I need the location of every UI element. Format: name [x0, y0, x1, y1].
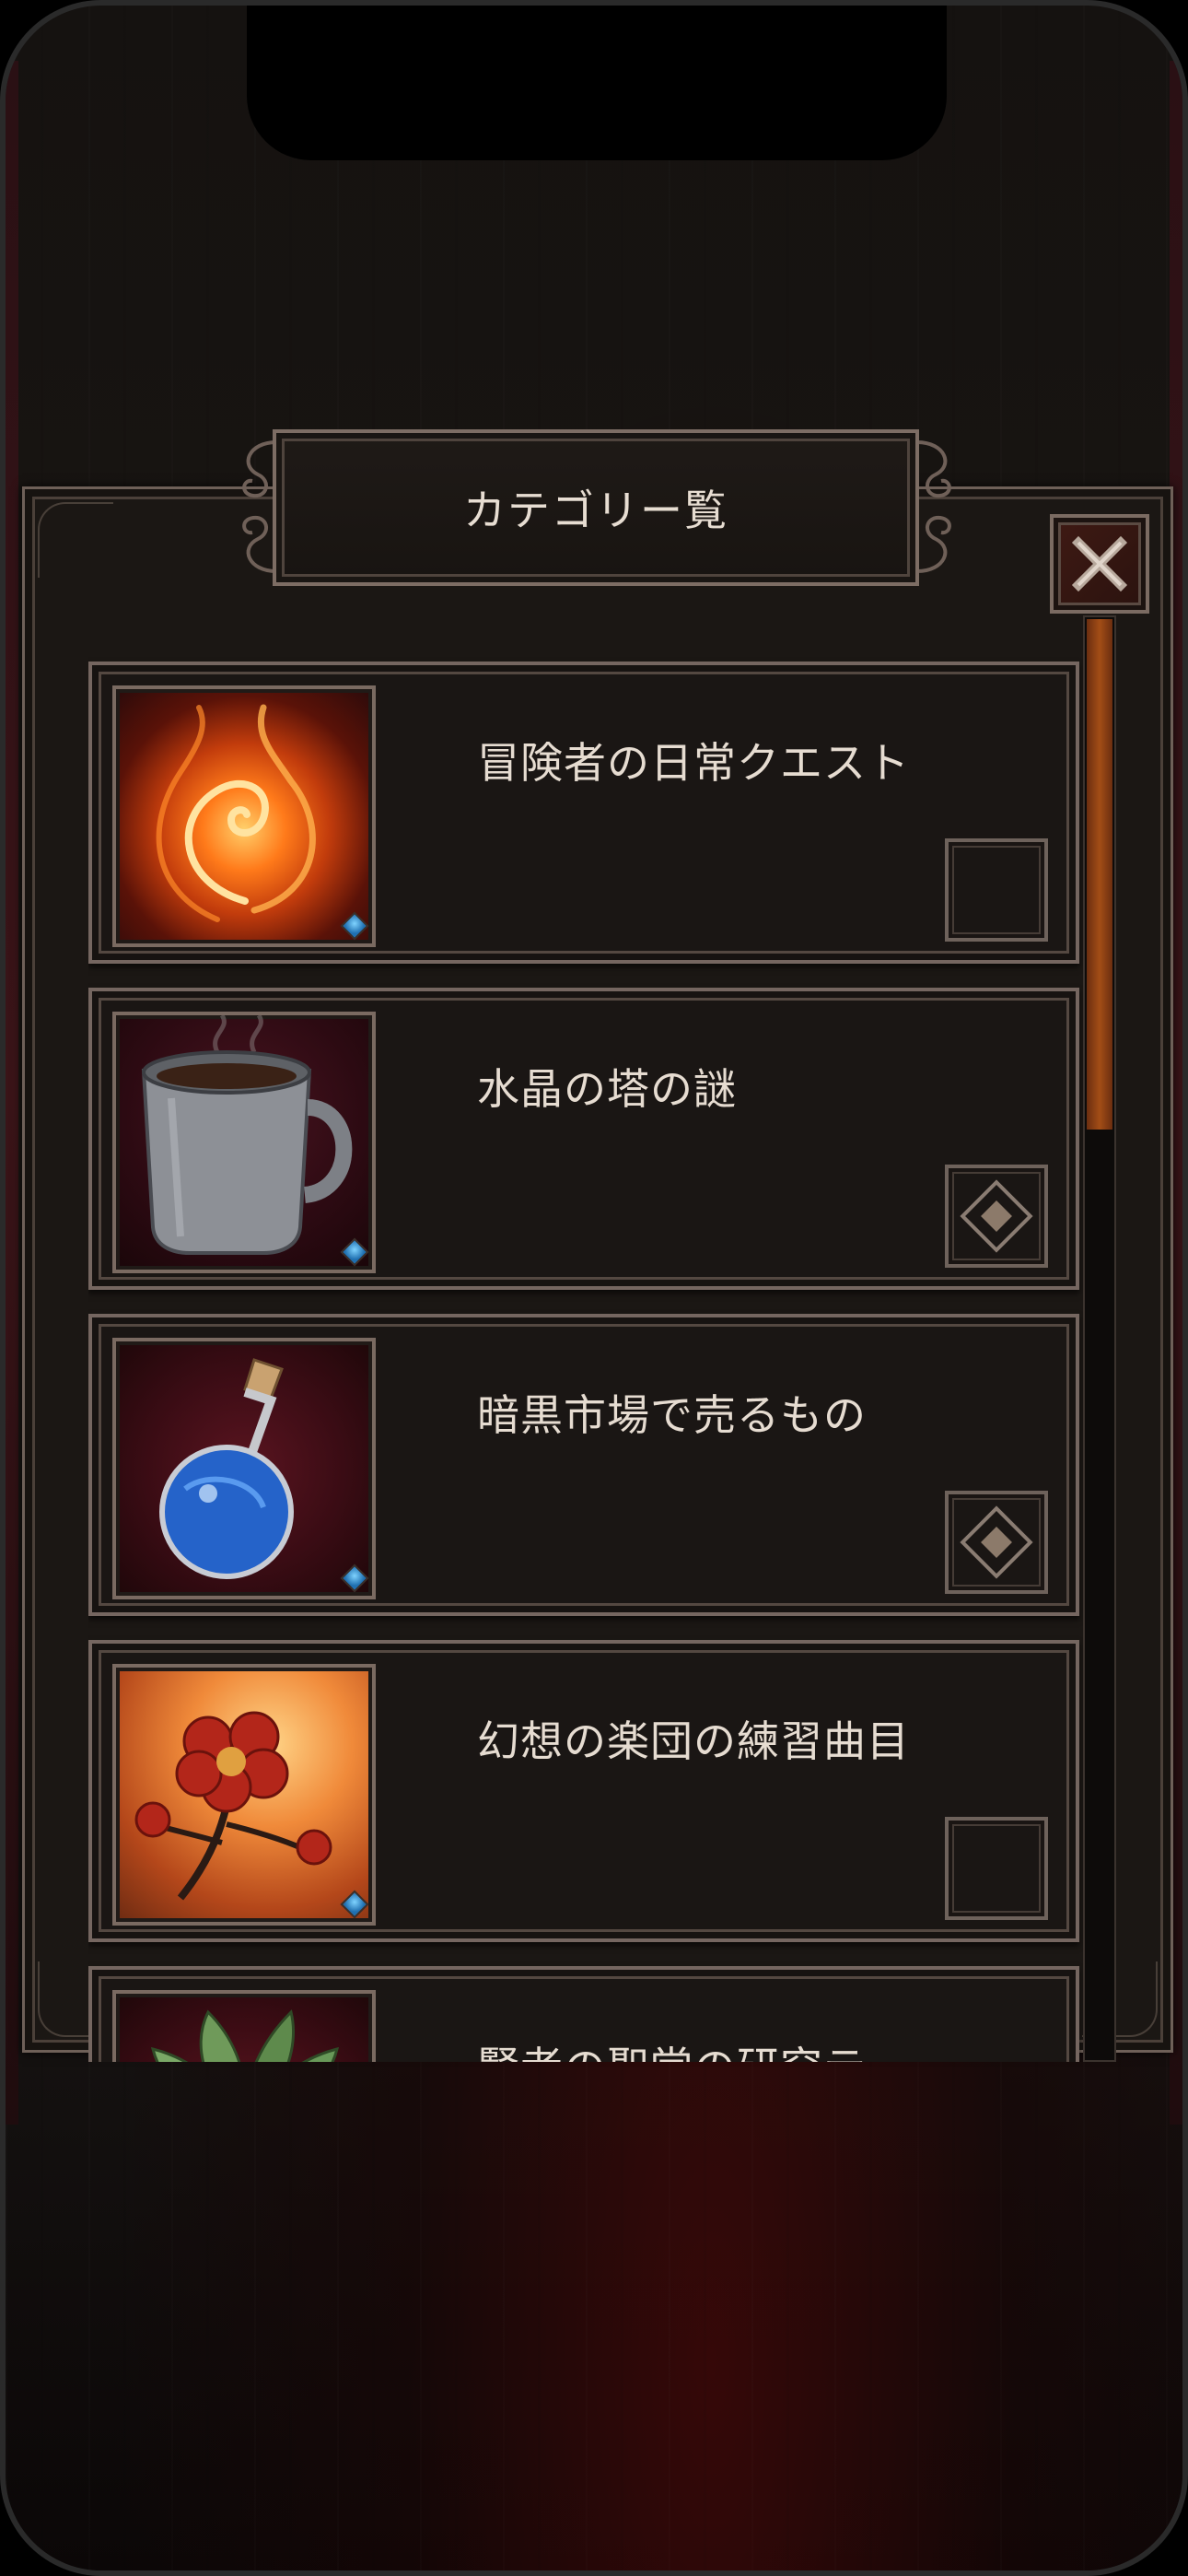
diamond-mark-icon [960, 1179, 1033, 1253]
phone-screen: カテゴリー覧 冒険者の日常クエスト 水晶の塔の謎 暗黒市場で売るもの 幻想の楽団… [0, 0, 1188, 2576]
category-label: 賢者の聖堂の研究テー [477, 2034, 910, 2062]
green-leaves-icon [112, 1990, 376, 2062]
scroll-ornament-icon [915, 440, 951, 573]
blue-potion-icon [112, 1338, 376, 1599]
background-lower-area [6, 2062, 1182, 2570]
coffee-mug-icon [112, 1012, 376, 1273]
corner-ornament [38, 502, 113, 578]
dialog-title: カテゴリー覧 [463, 486, 728, 535]
fire-swirl-icon [112, 685, 376, 947]
category-item[interactable]: 賢者の聖堂の研究テー [88, 1966, 1079, 2062]
category-item[interactable]: 暗黒市場で売るもの [88, 1314, 1079, 1616]
device-notch [247, 6, 947, 160]
category-item[interactable]: 幻想の楽団の練習曲目 [88, 1640, 1079, 1942]
category-checkbox[interactable] [945, 1491, 1048, 1594]
close-icon [1071, 535, 1128, 592]
category-label: 水晶の塔の謎 [477, 1064, 737, 1114]
red-flower-icon [112, 1664, 376, 1926]
category-list: 冒険者の日常クエスト 水晶の塔の謎 暗黒市場で売るもの 幻想の楽団の練習曲目 [88, 650, 1083, 2062]
diamond-mark-icon [960, 1505, 1033, 1579]
left-red-strip [6, 61, 18, 2125]
category-checkbox[interactable] [945, 838, 1048, 942]
category-checkbox[interactable] [945, 1165, 1048, 1268]
category-label: 幻想の楽団の練習曲目 [477, 1716, 910, 1766]
scrollbar-thumb[interactable] [1087, 619, 1112, 1130]
category-label: 暗黒市場で売るもの [477, 1390, 867, 1440]
category-checkbox[interactable] [945, 1817, 1048, 1920]
dialog-title-plate: カテゴリー覧 [273, 429, 919, 586]
category-item[interactable]: 水晶の塔の謎 [88, 988, 1079, 1290]
category-item[interactable]: 冒険者の日常クエスト [88, 662, 1079, 964]
close-button[interactable] [1050, 514, 1149, 614]
category-label: 冒険者の日常クエスト [477, 738, 910, 788]
